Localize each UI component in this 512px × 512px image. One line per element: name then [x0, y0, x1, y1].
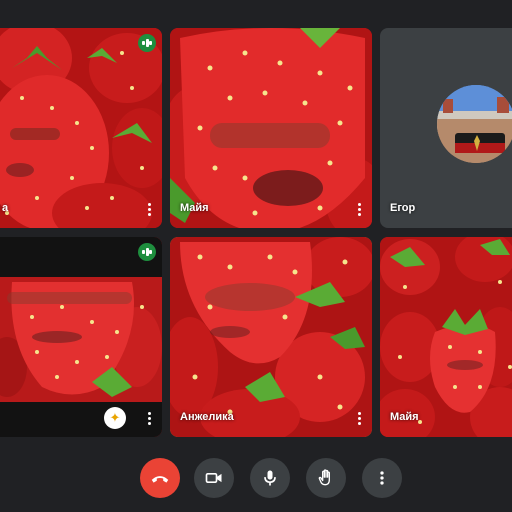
video-tile[interactable]: Майя [170, 28, 372, 228]
video-feed [170, 28, 372, 228]
video-camera-icon [205, 473, 222, 483]
sparkle-effects-icon[interactable]: ✦ [104, 407, 126, 429]
video-feed [0, 237, 162, 437]
speaking-indicator-icon [138, 243, 156, 261]
video-feed [170, 237, 372, 437]
raise-hand-button[interactable] [306, 458, 346, 498]
video-tile[interactable]: Майя [380, 237, 512, 437]
more-options-icon[interactable] [356, 411, 362, 425]
more-vertical-icon [380, 471, 384, 485]
participant-name: Майя [390, 411, 419, 423]
more-options-icon[interactable] [146, 202, 152, 216]
camera-toggle-button[interactable] [194, 458, 234, 498]
video-tile[interactable]: ✦ [0, 237, 162, 437]
end-call-button[interactable] [140, 458, 180, 498]
video-tile[interactable]: а [0, 28, 162, 228]
avatar [437, 85, 512, 163]
hand-icon [318, 469, 330, 486]
microphone-toggle-button[interactable] [250, 458, 290, 498]
video-feed [380, 237, 512, 437]
participant-name: Егор [390, 202, 416, 214]
participant-name: а [2, 202, 9, 214]
speaking-indicator-icon [138, 34, 156, 52]
video-feed [0, 28, 162, 228]
phone-hangup-icon [151, 476, 169, 483]
participant-name: Майя [180, 202, 209, 214]
microphone-icon [264, 470, 276, 486]
video-tile[interactable]: Анжелика [170, 237, 372, 437]
more-options-icon[interactable] [356, 202, 362, 216]
avatar-photo [437, 85, 512, 163]
call-controls [0, 458, 512, 498]
more-options-button[interactable] [362, 458, 402, 498]
video-tile[interactable]: Егор [380, 28, 512, 228]
more-options-icon[interactable] [146, 411, 152, 425]
participant-name: Анжелика [180, 411, 234, 423]
